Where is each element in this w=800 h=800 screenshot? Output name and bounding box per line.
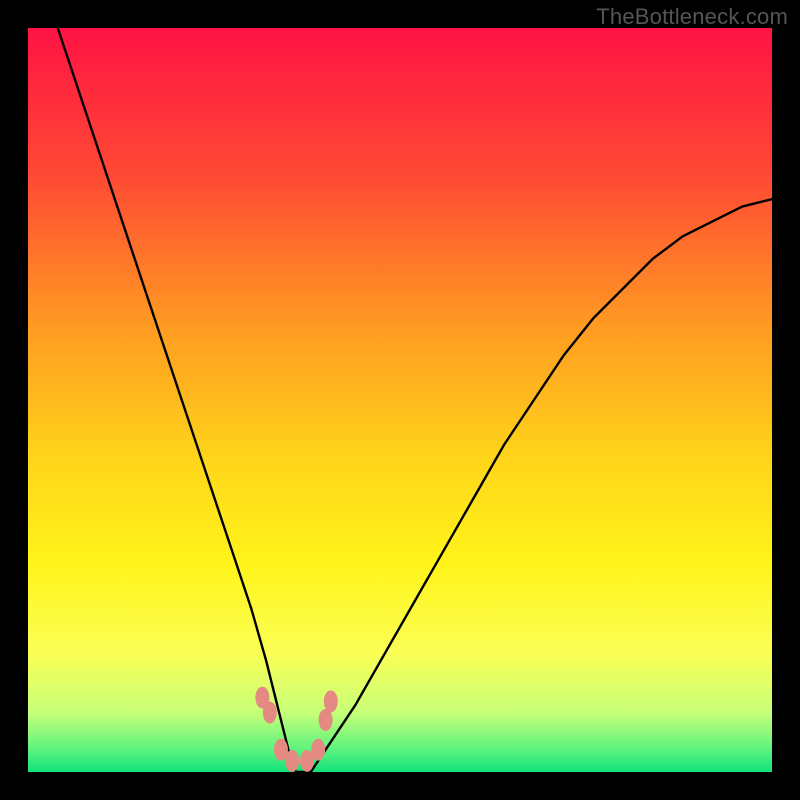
marker-dot <box>324 690 338 712</box>
marker-dot <box>285 750 299 772</box>
chart-frame: TheBottleneck.com <box>0 0 800 800</box>
marker-dot <box>263 701 277 723</box>
chart-plot-area <box>28 28 772 772</box>
watermark-text: TheBottleneck.com <box>596 4 788 30</box>
chart-svg <box>28 28 772 772</box>
marker-dot <box>311 739 325 761</box>
gradient-background <box>28 28 772 772</box>
